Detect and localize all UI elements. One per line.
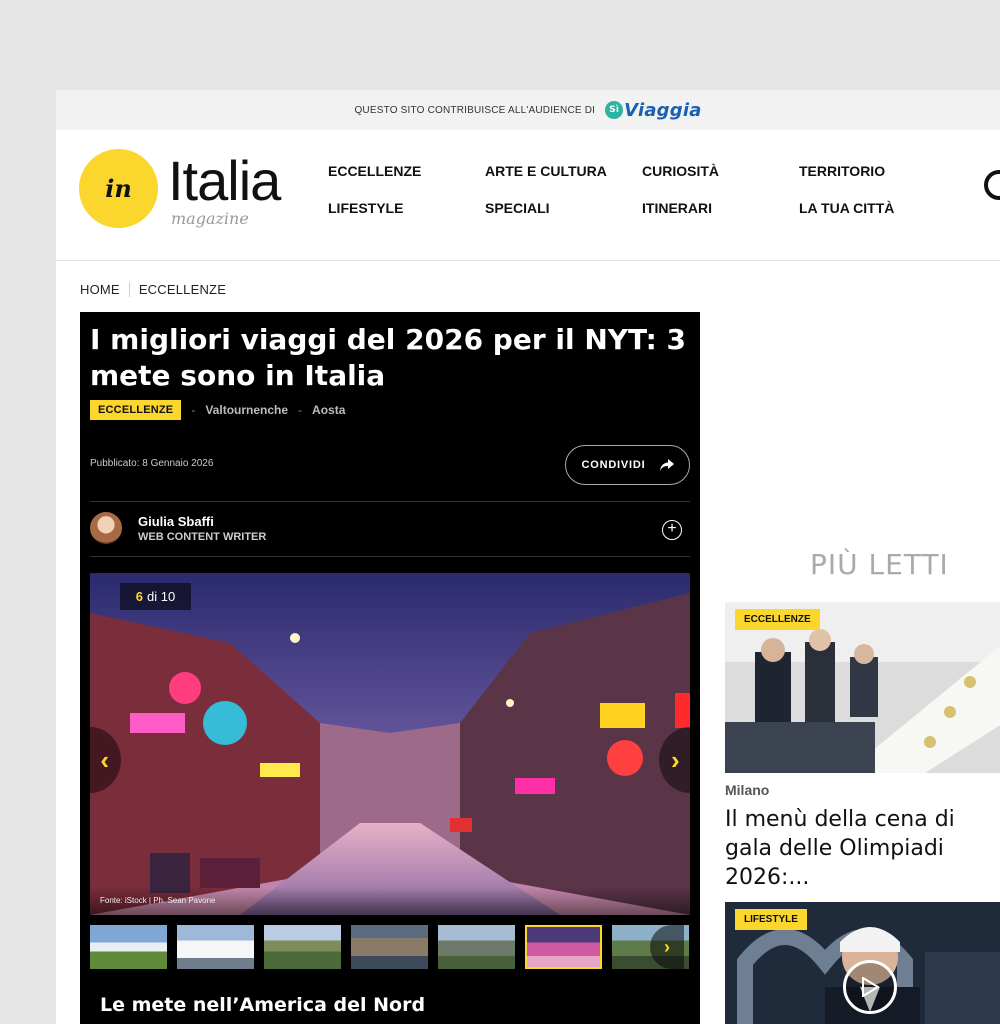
- tag-aosta[interactable]: Aosta: [312, 403, 345, 417]
- gallery-image: [90, 573, 690, 915]
- nav-item-curiosita[interactable]: CURIOSITÀ: [642, 162, 799, 181]
- breadcrumb-home[interactable]: HOME: [80, 282, 120, 297]
- gallery-total: di 10: [147, 589, 176, 604]
- thumbnail-3[interactable]: [264, 925, 341, 969]
- author-role: WEB CONTENT WRITER: [138, 531, 267, 543]
- nav-item-arte-cultura[interactable]: ARTE E CULTURA: [485, 162, 642, 181]
- video-play-button[interactable]: [843, 960, 897, 1014]
- tag-dash: -: [298, 403, 303, 417]
- card-category-badge[interactable]: LIFESTYLE: [735, 909, 807, 930]
- share-label: CONDIVIDI: [581, 459, 646, 471]
- author-box: Giulia Sbaffi WEB CONTENT WRITER +: [90, 501, 690, 557]
- gallery-section-title: Le mete nell’America del Nord: [100, 994, 426, 1016]
- nav-item-eccellenze[interactable]: ECCELLENZE: [328, 162, 485, 181]
- logo-word: Italia magazine: [168, 149, 281, 228]
- author-avatar[interactable]: [90, 512, 122, 544]
- photo-gallery[interactable]: 6 di 10 ‹ › Fonte: iStock | Ph. Sean Pav…: [90, 573, 690, 915]
- search-icon[interactable]: [984, 170, 1000, 200]
- chevron-left-icon: ‹: [100, 744, 109, 775]
- siviaggia-name: Viaggia: [624, 99, 702, 121]
- siviaggia-logo[interactable]: Sì Viaggia: [605, 100, 701, 121]
- nav-item-la-tua-citta[interactable]: LA TUA CITTÀ: [799, 199, 956, 218]
- photo-credit: Fonte: iStock | Ph. Sean Pavone: [90, 887, 690, 915]
- chevron-right-icon: ›: [664, 936, 670, 957]
- nav-item-lifestyle[interactable]: LIFESTYLE: [328, 199, 485, 218]
- card-city: Milano: [725, 782, 770, 798]
- most-read-card-1[interactable]: ECCELLENZE Milano Il menù della cena di …: [725, 602, 1000, 892]
- thumbnail-6[interactable]: [525, 925, 602, 969]
- main-nav: ECCELLENZE ARTE E CULTURA CURIOSITÀ TERR…: [328, 162, 956, 218]
- siviaggia-si: Sì: [605, 101, 624, 119]
- breadcrumb-separator: [128, 282, 130, 297]
- logo-badge: in: [79, 149, 158, 228]
- tag-valtournenche[interactable]: Valtournenche: [205, 403, 288, 417]
- article: I migliori viaggi del 2026 per il NYT: 3…: [80, 312, 700, 1024]
- card-image[interactable]: ECCELLENZE: [725, 602, 1000, 773]
- expand-author-icon[interactable]: +: [662, 520, 682, 540]
- nav-item-speciali[interactable]: SPECIALI: [485, 199, 642, 218]
- gallery-current: 6: [135, 589, 144, 604]
- breadcrumb-eccellenze[interactable]: ECCELLENZE: [139, 282, 226, 297]
- card-headline[interactable]: Il menù della cena di gala delle Olimpia…: [725, 805, 1000, 892]
- article-tags: ECCELLENZE - Valtournenche - Aosta: [90, 400, 345, 420]
- site-logo[interactable]: in Italia magazine: [79, 149, 281, 228]
- nav-item-itinerari[interactable]: ITINERARI: [642, 199, 799, 218]
- thumbnail-1[interactable]: [90, 925, 167, 969]
- page: QUESTO SITO CONTRIBUISCE ALL'AUDIENCE DI…: [56, 90, 1000, 1024]
- logo-italia: Italia: [168, 149, 281, 212]
- thumbnail-5[interactable]: [438, 925, 515, 969]
- category-badge[interactable]: ECCELLENZE: [90, 400, 182, 420]
- card-category-badge[interactable]: ECCELLENZE: [735, 609, 820, 630]
- thumbnail-2[interactable]: [177, 925, 254, 969]
- share-button[interactable]: CONDIVIDI: [565, 445, 690, 485]
- article-title: I migliori viaggi del 2026 per il NYT: 3…: [90, 323, 687, 392]
- network-text: QUESTO SITO CONTRIBUISCE ALL'AUDIENCE DI: [354, 104, 596, 116]
- nav-item-territorio[interactable]: TERRITORIO: [799, 162, 956, 181]
- most-read-title: PIÙ LETTI: [810, 548, 949, 581]
- breadcrumb: HOME ECCELLENZE: [80, 282, 226, 297]
- network-bar: QUESTO SITO CONTRIBUISCE ALL'AUDIENCE DI…: [56, 90, 1000, 130]
- card-image[interactable]: LIFESTYLE: [725, 902, 1000, 1024]
- site-header: in Italia magazine ECCELLENZE ARTE E CUL…: [56, 130, 1000, 261]
- thumbnail-4[interactable]: [351, 925, 428, 969]
- logo-magazine: magazine: [171, 209, 249, 228]
- author-name[interactable]: Giulia Sbaffi: [138, 514, 214, 529]
- gallery-counter: 6 di 10: [120, 583, 191, 610]
- chevron-right-icon: ›: [671, 744, 680, 775]
- most-read-card-2[interactable]: LIFESTYLE: [725, 902, 1000, 1024]
- gallery-thumbnails: [90, 925, 690, 969]
- published-date: Pubblicato: 8 Gennaio 2026: [90, 458, 214, 469]
- play-icon: [862, 977, 879, 997]
- share-icon: [659, 459, 674, 471]
- top-ad-band: [0, 0, 1000, 90]
- tag-dash: -: [191, 403, 196, 417]
